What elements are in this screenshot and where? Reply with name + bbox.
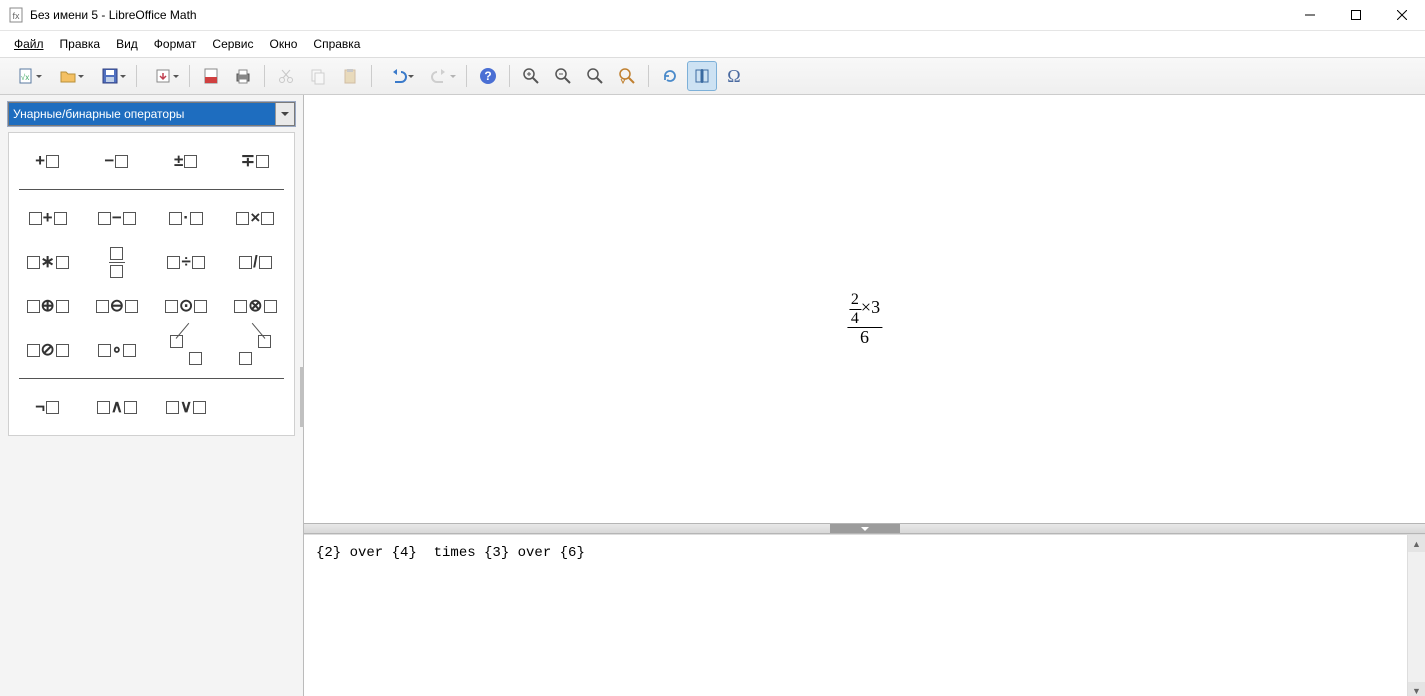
op-ominus[interactable]: ⊖ (82, 286, 151, 326)
menubar: Файл Правка Вид Формат Сервис Окно Справ… (0, 31, 1425, 58)
cut-button[interactable] (271, 61, 301, 91)
svg-text:√x: √x (21, 73, 29, 82)
op-ast[interactable]: ∗ (13, 242, 82, 282)
menu-format[interactable]: Формат (146, 35, 205, 53)
paste-button[interactable] (335, 61, 365, 91)
op-div[interactable]: ÷ (152, 242, 221, 282)
op-times[interactable]: × (221, 198, 290, 238)
op-plus-unary[interactable]: + (13, 141, 82, 181)
menu-service[interactable]: Сервис (204, 35, 261, 53)
op-widebslash[interactable] (221, 330, 290, 370)
menu-edit[interactable]: Правка (52, 35, 109, 53)
op-otimes[interactable]: ⊗ (221, 286, 290, 326)
op-slash[interactable]: / (221, 242, 290, 282)
refresh-button[interactable] (655, 61, 685, 91)
op-plus[interactable]: + (13, 198, 82, 238)
svg-text:?: ? (484, 69, 491, 83)
op-minus[interactable]: − (82, 198, 151, 238)
formula-cursor-button[interactable] (687, 61, 717, 91)
op-neg[interactable]: ¬ (13, 387, 82, 427)
op-oslash[interactable]: ⊘ (13, 330, 82, 370)
op-odot[interactable]: ⊙ (152, 286, 221, 326)
rendered-formula: 2 4 ×3 6 (847, 291, 882, 348)
op-or[interactable]: ∨ (152, 387, 221, 427)
category-combo[interactable]: Унарные/бинарные операторы (8, 102, 295, 126)
print-button[interactable] (228, 61, 258, 91)
app-icon: fx (8, 7, 24, 23)
open-button[interactable] (48, 61, 88, 91)
op-oplus[interactable]: ⊕ (13, 286, 82, 326)
minimize-button[interactable] (1287, 0, 1333, 30)
export-pdf-button[interactable] (196, 61, 226, 91)
zoom-in-button[interactable] (516, 61, 546, 91)
close-button[interactable] (1379, 0, 1425, 30)
elements-panel: + − ± ∓ + − · × ∗ ÷ / ⊕ ⊖ ⊙ ⊗ (8, 132, 295, 436)
save-button[interactable] (90, 61, 130, 91)
chevron-down-icon[interactable] (275, 103, 294, 125)
splitter-grip-icon (830, 524, 900, 533)
menu-view[interactable]: Вид (108, 35, 146, 53)
category-combo-label: Унарные/бинарные операторы (13, 107, 184, 121)
editor-scrollbar[interactable]: ▲ ▼ (1407, 535, 1425, 696)
zoom-out-button[interactable] (548, 61, 578, 91)
op-circ[interactable]: ∘ (82, 330, 151, 370)
op-cdot[interactable]: · (152, 198, 221, 238)
zoom-fit-button[interactable] (612, 61, 642, 91)
help-button[interactable]: ? (473, 61, 503, 91)
op-plusminus-unary[interactable]: ± (152, 141, 221, 181)
export-button[interactable] (143, 61, 183, 91)
toolbar: √x ? Ω (0, 58, 1425, 95)
menu-window[interactable]: Окно (262, 35, 306, 53)
menu-help[interactable]: Справка (305, 35, 368, 53)
op-minusplus-unary[interactable]: ∓ (221, 141, 290, 181)
new-button[interactable]: √x (6, 61, 46, 91)
op-frac[interactable] (82, 242, 151, 282)
command-editor: ▲ ▼ (304, 534, 1425, 696)
svg-text:Ω: Ω (727, 66, 740, 86)
op-minus-unary[interactable]: − (82, 141, 151, 181)
op-and[interactable]: ∧ (82, 387, 151, 427)
svg-text:fx: fx (12, 11, 20, 21)
scroll-up-icon[interactable]: ▲ (1408, 535, 1425, 552)
symbols-button[interactable]: Ω (719, 61, 749, 91)
copy-button[interactable] (303, 61, 333, 91)
elements-sidebar: Унарные/бинарные операторы + − ± ∓ + − ·… (0, 95, 304, 696)
titlebar: fx Без имени 5 - LibreOffice Math (0, 0, 1425, 31)
formula-preview[interactable]: 2 4 ×3 6 (304, 95, 1425, 523)
horizontal-splitter[interactable] (304, 523, 1425, 534)
redo-button[interactable] (420, 61, 460, 91)
window-title: Без имени 5 - LibreOffice Math (30, 8, 197, 22)
menu-file[interactable]: Файл (6, 35, 52, 53)
op-wideslash[interactable] (152, 330, 221, 370)
zoom-100-button[interactable] (580, 61, 610, 91)
scroll-down-icon[interactable]: ▼ (1408, 682, 1425, 696)
undo-button[interactable] (378, 61, 418, 91)
command-input[interactable] (314, 543, 1419, 695)
maximize-button[interactable] (1333, 0, 1379, 30)
